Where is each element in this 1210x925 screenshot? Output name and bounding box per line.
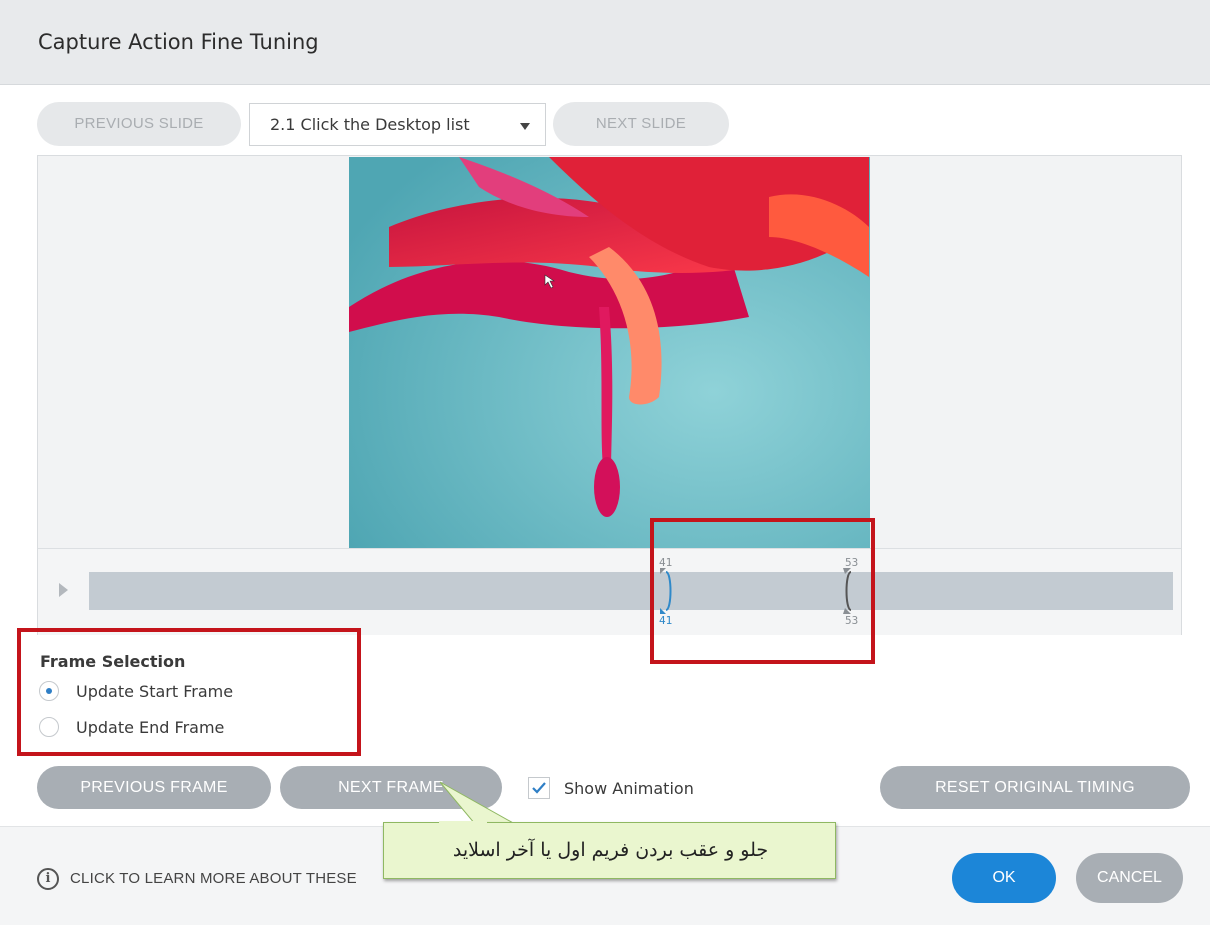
slide-preview-image xyxy=(349,157,870,548)
slide-select-value: 2.1 Click the Desktop list xyxy=(270,115,470,134)
info-icon[interactable]: i xyxy=(37,868,59,890)
chevron-down-icon xyxy=(520,123,530,130)
update-end-frame-label: Update End Frame xyxy=(76,718,225,737)
callout-pointer-join xyxy=(439,821,487,826)
update-end-frame-radio[interactable] xyxy=(39,717,59,737)
previous-slide-button[interactable]: PREVIOUS SLIDE xyxy=(37,102,241,146)
flower-photo xyxy=(349,157,870,548)
dialog-title: Capture Action Fine Tuning xyxy=(38,30,319,54)
update-start-frame-radio[interactable] xyxy=(39,681,59,701)
checkmark-icon xyxy=(532,782,546,794)
frame-selection-title: Frame Selection xyxy=(40,652,186,671)
ok-button[interactable]: OK xyxy=(952,853,1056,903)
learn-more-link[interactable]: CLICK TO LEARN MORE ABOUT THESE xyxy=(70,870,357,887)
slide-select[interactable]: 2.1 Click the Desktop list xyxy=(249,103,546,146)
frame-markers-highlight xyxy=(650,518,875,664)
play-icon[interactable] xyxy=(59,583,68,597)
annotation-callout-text: جلو و عقب بردن فریم اول یا آخر اسلاید xyxy=(452,839,769,861)
update-start-frame-label: Update Start Frame xyxy=(76,682,234,701)
timeline-track[interactable] xyxy=(89,572,1173,610)
reset-original-timing-button[interactable]: RESET ORIGINAL TIMING xyxy=(880,766,1190,809)
radio-selected-dot xyxy=(46,688,52,694)
cancel-button[interactable]: CANCEL xyxy=(1076,853,1183,903)
show-animation-label: Show Animation xyxy=(564,779,694,798)
show-animation-checkbox[interactable] xyxy=(528,777,550,799)
annotation-callout: جلو و عقب بردن فریم اول یا آخر اسلاید xyxy=(383,822,836,879)
previous-frame-button[interactable]: PREVIOUS FRAME xyxy=(37,766,271,809)
next-slide-button[interactable]: NEXT SLIDE xyxy=(553,102,729,146)
